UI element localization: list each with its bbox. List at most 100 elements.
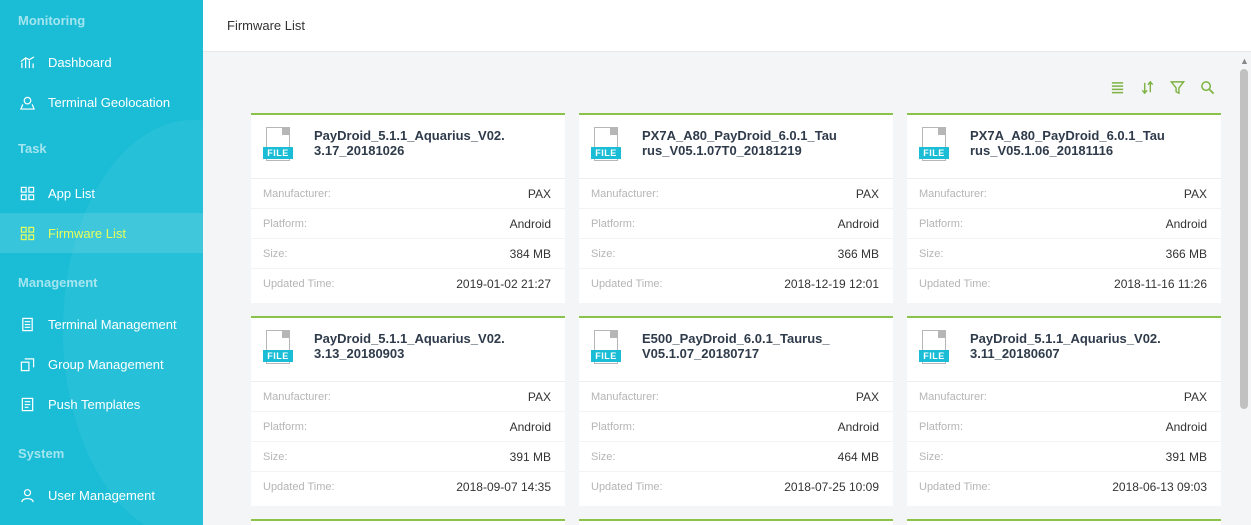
row-manufacturer: Manufacturer: PAX <box>251 179 565 209</box>
file-fold <box>610 127 618 135</box>
sidebar-item-push-templates[interactable]: Push Templates <box>0 384 203 424</box>
card-header: FILE E500_PayDroid_6.0.1_Taurus_V05.1.07_… <box>579 318 893 382</box>
scrollbar[interactable]: ▲ <box>1237 53 1251 525</box>
manufacturer-value: PAX <box>527 389 551 404</box>
size-value: 366 MB <box>1165 246 1207 261</box>
sidebar-item-terminal-management[interactable]: Terminal Management <box>0 304 203 344</box>
sidebar-item-label: Terminal Management <box>48 316 177 332</box>
row-platform: Platform: Android <box>251 412 565 442</box>
size-value: 366 MB <box>837 246 879 261</box>
file-icon: FILE <box>919 127 951 167</box>
page-title: Firmware List <box>227 18 306 33</box>
row-size: Size: 391 MB <box>251 442 565 472</box>
updated-value: 2018-11-16 11:26 <box>1114 277 1207 291</box>
row-updated: Updated Time: 2018-07-25 10:09 <box>579 472 893 502</box>
firmware-card-partial[interactable] <box>907 519 1221 525</box>
manufacturer-label: Manufacturer: <box>591 390 659 403</box>
dashboard-icon <box>18 53 36 71</box>
firmware-card[interactable]: FILE PX7A_A80_PayDroid_6.0.1_Taurus_V05.1… <box>579 113 893 303</box>
firmware-card[interactable]: FILE E500_PayDroid_6.0.1_Taurus_V05.1.07_… <box>579 316 893 506</box>
firmware-grid-icon <box>18 224 36 242</box>
platform-value: Android <box>1165 216 1207 231</box>
list-view-icon[interactable] <box>1109 79 1125 95</box>
platform-label: Platform: <box>919 217 964 230</box>
row-updated: Updated Time: 2018-09-07 14:35 <box>251 472 565 502</box>
app-grid-icon <box>18 184 36 202</box>
sidebar-item-label: Terminal Geolocation <box>48 94 171 110</box>
manufacturer-label: Manufacturer: <box>263 187 331 200</box>
updated-value: 2018-12-19 12:01 <box>784 277 879 291</box>
updated-label: Updated Time: <box>263 278 335 290</box>
row-size: Size: 366 MB <box>907 239 1221 269</box>
row-platform: Platform: Android <box>579 209 893 239</box>
platform-value: Android <box>509 216 551 231</box>
sidebar-item-user-management[interactable]: User Management <box>0 475 203 515</box>
manufacturer-label: Manufacturer: <box>919 187 987 200</box>
updated-label: Updated Time: <box>591 481 663 493</box>
updated-label: Updated Time: <box>591 278 663 290</box>
sidebar-item-label: User Management <box>48 487 155 503</box>
section-management: Management <box>18 275 98 290</box>
platform-value: Android <box>509 419 551 434</box>
toolbar <box>1109 79 1215 95</box>
section-system: System <box>18 446 65 461</box>
page-header: Firmware List <box>203 0 1251 52</box>
sidebar-item-app-list[interactable]: App List <box>0 173 203 213</box>
scrollbar-thumb[interactable] <box>1240 69 1248 409</box>
size-label: Size: <box>919 247 944 260</box>
manufacturer-value: PAX <box>1183 186 1207 201</box>
firmware-name[interactable]: PayDroid_5.1.1_Aquarius_V02.3.11_2018060… <box>970 331 1165 361</box>
manufacturer-value: PAX <box>1183 389 1207 404</box>
sidebar-item-label: Group Management <box>48 356 164 372</box>
sidebar-item-label: Dashboard <box>48 54 112 70</box>
firmware-name[interactable]: PX7A_A80_PayDroid_6.0.1_Taurus_V05.1.07T… <box>642 128 837 158</box>
row-manufacturer: Manufacturer: PAX <box>907 179 1221 209</box>
sidebar-item-terminal-geolocation[interactable]: Terminal Geolocation <box>0 82 203 122</box>
updated-value: 2018-07-25 10:09 <box>784 480 879 494</box>
filter-icon[interactable] <box>1169 79 1185 95</box>
file-icon: FILE <box>263 127 295 167</box>
size-value: 391 MB <box>1165 449 1207 464</box>
file-fold <box>610 330 618 338</box>
manufacturer-label: Manufacturer: <box>263 390 331 403</box>
firmware-card-partial[interactable] <box>579 519 893 525</box>
firmware-name[interactable]: PX7A_A80_PayDroid_6.0.1_Taurus_V05.1.06_… <box>970 128 1165 158</box>
firmware-name[interactable]: PayDroid_5.1.1_Aquarius_V02.3.17_2018102… <box>314 128 509 158</box>
file-fold <box>938 330 946 338</box>
file-icon: FILE <box>591 330 623 370</box>
firmware-card[interactable]: FILE PayDroid_5.1.1_Aquarius_V02.3.17_201… <box>251 113 565 303</box>
firmware-card[interactable]: FILE PayDroid_5.1.1_Aquarius_V02.3.13_201… <box>251 316 565 506</box>
row-updated: Updated Time: 2018-12-19 12:01 <box>579 269 893 299</box>
firmware-card-partial[interactable] <box>251 519 565 525</box>
sidebar-item-dashboard[interactable]: Dashboard <box>0 42 203 82</box>
sort-icon[interactable] <box>1139 79 1155 95</box>
row-updated: Updated Time: 2019-01-02 21:27 <box>251 269 565 299</box>
geolocation-icon <box>18 93 36 111</box>
platform-label: Platform: <box>591 217 636 230</box>
template-icon <box>18 395 36 413</box>
firmware-card[interactable]: FILE PX7A_A80_PayDroid_6.0.1_Taurus_V05.1… <box>907 113 1221 303</box>
section-task: Task <box>18 141 47 156</box>
scroll-up-icon[interactable]: ▲ <box>1240 56 1249 66</box>
firmware-name[interactable]: PayDroid_5.1.1_Aquarius_V02.3.13_2018090… <box>314 331 509 361</box>
platform-label: Platform: <box>591 420 636 433</box>
card-header: FILE PayDroid_5.1.1_Aquarius_V02.3.13_201… <box>251 318 565 382</box>
sidebar-item-label: Firmware List <box>48 225 127 241</box>
updated-label: Updated Time: <box>919 278 991 290</box>
firmware-name[interactable]: E500_PayDroid_6.0.1_Taurus_V05.1.07_2018… <box>642 331 837 361</box>
file-fold <box>282 330 290 338</box>
sidebar-item-firmware-list[interactable]: Firmware List <box>0 213 203 253</box>
updated-value: 2018-06-13 09:03 <box>1112 480 1207 494</box>
group-icon <box>18 355 36 373</box>
search-icon[interactable] <box>1199 79 1215 95</box>
file-tag: FILE <box>263 147 293 159</box>
row-manufacturer: Manufacturer: PAX <box>579 382 893 412</box>
sidebar-item-group-management[interactable]: Group Management <box>0 344 203 384</box>
file-icon: FILE <box>591 127 623 167</box>
file-tag: FILE <box>263 350 293 362</box>
row-platform: Platform: Android <box>907 412 1221 442</box>
firmware-card[interactable]: FILE PayDroid_5.1.1_Aquarius_V02.3.11_201… <box>907 316 1221 506</box>
file-tag: FILE <box>919 147 949 159</box>
updated-value: 2018-09-07 14:35 <box>456 480 551 494</box>
sidebar-item-label: App List <box>48 185 95 201</box>
